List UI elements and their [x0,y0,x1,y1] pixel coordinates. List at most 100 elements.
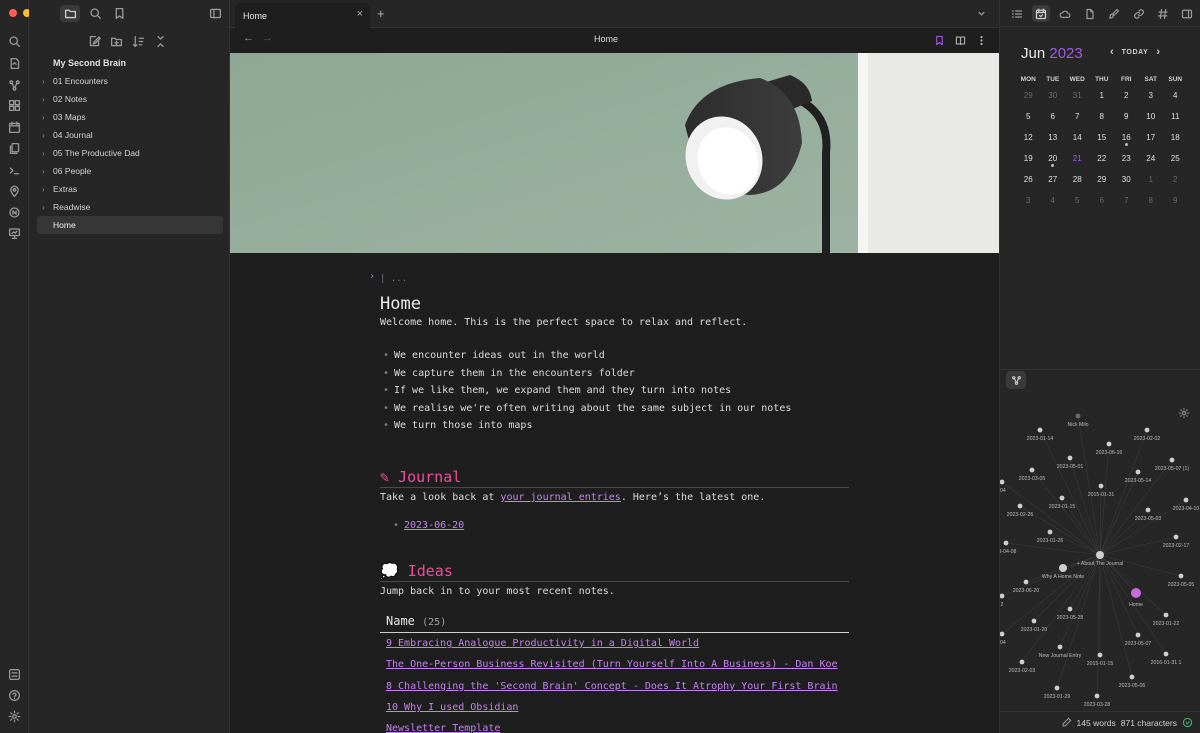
chevron-right-icon[interactable]: › [42,185,53,194]
graph-node[interactable] [1054,685,1060,691]
calendar-day[interactable]: 31 [1065,85,1090,106]
folder-item[interactable]: › 06 People [37,162,223,180]
ideas-table-header[interactable]: Name (25) [380,612,849,633]
properties-chevron-icon[interactable]: › [369,271,375,282]
search-icon[interactable] [5,32,24,51]
graph-node[interactable] [1173,534,1179,540]
calendar-day[interactable]: 29 [1090,169,1115,190]
graph-node[interactable] [1031,618,1037,624]
tab-home[interactable]: Home × [235,3,370,28]
graph-node[interactable] [1029,467,1035,473]
view-title[interactable]: Home [230,34,982,44]
calendar-day[interactable]: 1 [1090,85,1115,106]
chevron-right-icon[interactable]: › [42,149,53,158]
daily-note-icon[interactable] [5,118,24,137]
settings-gear-icon[interactable] [8,710,21,723]
folder-item[interactable]: › 04 Journal [37,126,223,144]
calendar-day[interactable]: 2 [1163,169,1188,190]
graph-node[interactable] [1144,427,1150,433]
calendar-day[interactable]: 22 [1090,148,1115,169]
folder-item[interactable]: › 02 Notes [37,90,223,108]
bookmarks-tab-icon[interactable] [109,5,129,22]
cloud-icon[interactable] [1056,5,1074,22]
folder-item[interactable]: › 01 Encounters [37,72,223,90]
new-note-icon[interactable] [86,33,102,49]
chevron-right-icon[interactable]: › [42,113,53,122]
sort-icon[interactable] [130,33,146,49]
graph-node[interactable] [1183,497,1189,503]
switcher-icon[interactable] [5,54,24,73]
graph-view-icon[interactable] [5,76,24,95]
command-palette-icon[interactable] [5,161,24,180]
chevron-right-icon[interactable]: › [42,167,53,176]
vault-name[interactable]: My Second Brain [53,58,126,68]
close-window-button[interactable] [9,9,17,17]
calendar-day[interactable]: 17 [1139,127,1164,148]
next-month-chevron-icon[interactable]: › [1156,46,1160,58]
properties-placeholder[interactable]: | ... [380,274,407,284]
graph-node[interactable] [1094,693,1100,699]
calendar-day[interactable]: 24 [1139,148,1164,169]
graph-node[interactable] [1067,606,1073,612]
file-item[interactable]: ›Home [37,216,223,234]
calendar-day[interactable]: 18 [1163,127,1188,148]
chevron-right-icon[interactable]: › [42,95,53,104]
chevron-right-icon[interactable]: › [42,131,53,140]
bookmark-icon[interactable] [933,34,945,46]
outline-icon[interactable] [1008,5,1026,22]
table-row-link[interactable]: Newsletter Template [386,723,500,733]
reading-view-icon[interactable] [954,34,966,46]
graph-node[interactable] [1023,579,1029,585]
calendar-day[interactable]: 26 [1016,169,1041,190]
calendar-day[interactable]: 30 [1114,169,1139,190]
note-title[interactable]: Home [380,294,421,314]
graph-settings-gear-icon[interactable] [1178,407,1190,422]
calendar-day[interactable]: 6 [1090,190,1115,211]
calendar-day[interactable]: 8 [1139,190,1164,211]
calendar-day[interactable]: 20 [1041,148,1066,169]
toggle-sidebar-icon[interactable] [205,5,225,22]
file-icon[interactable] [1081,5,1099,22]
graph-node[interactable] [1017,503,1023,509]
graph-node[interactable] [1135,469,1141,475]
today-button[interactable]: TODAY [1122,49,1149,56]
tags-icon[interactable] [1154,5,1172,22]
folder-item[interactable]: › Readwise [37,198,223,216]
graph-node[interactable] [1067,455,1073,461]
calendar-day[interactable]: 7 [1114,190,1139,211]
prev-month-chevron-icon[interactable]: ‹ [1110,46,1114,58]
calendar-day[interactable]: 3 [1016,190,1041,211]
calendar-day[interactable]: 14 [1065,127,1090,148]
graph-node[interactable] [1047,529,1053,535]
table-row-link[interactable]: 9 Embracing Analogue Productivity in a D… [386,638,699,649]
calendar-day[interactable]: 15 [1090,127,1115,148]
calendar-day[interactable]: 13 [1041,127,1066,148]
graph-node[interactable] [1057,644,1063,650]
calendar-day[interactable]: 23 [1114,148,1139,169]
sync-icon[interactable] [5,203,24,222]
graph-node[interactable] [1000,479,1005,485]
graph-node[interactable] [1003,540,1009,546]
calendar-icon[interactable] [1032,5,1050,22]
calendar-day[interactable]: 27 [1041,169,1066,190]
graph-node[interactable] [1037,427,1043,433]
calendar-day[interactable]: 19 [1016,148,1041,169]
sync-status-check-icon[interactable] [1182,717,1193,728]
paint-icon[interactable] [1105,5,1123,22]
calendar-day[interactable]: 9 [1114,106,1139,127]
graph-node[interactable] [1059,495,1065,501]
collapse-all-icon[interactable] [152,33,168,49]
name-column-header[interactable]: Name (25) [386,614,446,628]
calendar-day[interactable]: 25 [1163,148,1188,169]
table-row-link[interactable]: 8 Challenging the 'Second Brain' Concept… [386,681,838,692]
graph-node[interactable] [1059,564,1067,572]
graph-node[interactable] [1163,651,1169,657]
graph-node[interactable] [1098,483,1104,489]
local-graph-icon[interactable] [1006,371,1026,389]
calendar-day-today[interactable]: 21 [1065,148,1090,169]
calendar-day[interactable]: 10 [1139,106,1164,127]
search-tab-icon[interactable] [85,5,105,22]
calendar-day[interactable]: 29 [1016,85,1041,106]
graph-node[interactable] [1097,652,1103,658]
local-graph[interactable]: Nick Milo 2023-01-14 2023-02-02 2023-06-16 2… [1000,400,1200,710]
